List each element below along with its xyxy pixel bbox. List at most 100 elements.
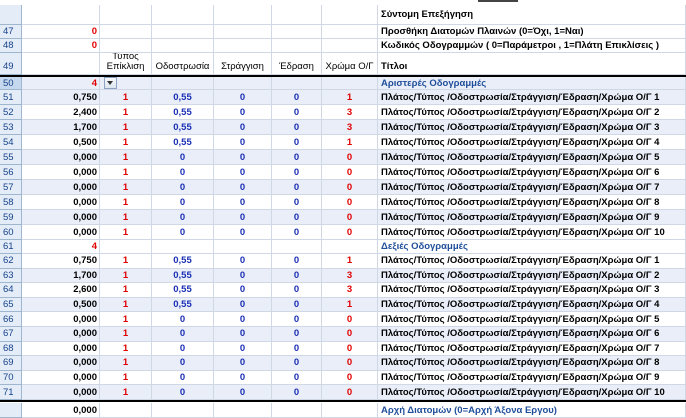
cell-g[interactable] (322, 5, 378, 25)
right-count-cell[interactable]: 4 (22, 240, 100, 254)
type-cell[interactable]: 1 (100, 312, 152, 327)
odostrosia-cell[interactable]: 0 (152, 180, 214, 195)
row-header[interactable]: 51 (0, 90, 22, 105)
odostrosia-cell[interactable]: 0 (152, 385, 214, 400)
width-cell[interactable]: 0,000 (22, 370, 100, 386)
type-cell[interactable]: 1 (100, 105, 152, 120)
xroma-cell[interactable]: 0 (322, 180, 378, 195)
edrasi-cell[interactable]: 0 (272, 356, 322, 371)
xroma-cell[interactable]: 0 (322, 312, 378, 327)
width-cell[interactable]: 0,750 (22, 254, 100, 269)
strangisi-cell[interactable]: 0 (214, 105, 272, 120)
xroma-cell[interactable]: 3 (322, 105, 378, 120)
cell-g[interactable] (322, 39, 378, 53)
strangisi-cell[interactable]: 0 (214, 268, 272, 284)
type-cell[interactable]: 1 (100, 327, 152, 342)
width-cell[interactable]: 0,000 (22, 327, 100, 342)
strangisi-cell[interactable]: 0 (214, 90, 272, 105)
cell-c[interactable] (100, 25, 152, 39)
type-cell[interactable]: 1 (100, 225, 152, 240)
row-header[interactable]: 49 (0, 53, 22, 75)
row-header[interactable]: 59 (0, 210, 22, 225)
width-cell[interactable]: 1,700 (22, 120, 100, 135)
width-cell[interactable]: 0,000 (22, 165, 100, 180)
title-cell[interactable]: Πλάτος/Τύπος /Οδοστρωσία/Στράγγιση/Έδρασ… (378, 90, 686, 105)
cell-f[interactable] (272, 5, 322, 25)
odostrosia-cell[interactable]: 0 (152, 150, 214, 165)
strangisi-cell[interactable]: 0 (214, 135, 272, 150)
strangisi-cell[interactable]: 0 (214, 283, 272, 298)
edrasi-cell[interactable]: 0 (272, 210, 322, 225)
row-header[interactable]: 64 (0, 283, 22, 298)
xroma-cell[interactable]: 0 (322, 356, 378, 371)
row-header[interactable]: 57 (0, 180, 22, 195)
type-cell[interactable]: 1 (100, 370, 152, 386)
header-odostrosia[interactable]: Οδοστρωσία (152, 53, 214, 75)
row-header[interactable]: 62 (0, 254, 22, 269)
cell-d[interactable] (152, 77, 214, 90)
cell-f[interactable] (272, 403, 322, 418)
strangisi-cell[interactable]: 0 (214, 180, 272, 195)
title-cell[interactable]: Πλάτος/Τύπος /Οδοστρωσία/Στράγγιση/Έδρασ… (378, 312, 686, 327)
header-edrasi[interactable]: Έδραση (272, 53, 322, 75)
xroma-cell[interactable]: 0 (322, 165, 378, 180)
type-cell[interactable]: 1 (100, 195, 152, 210)
cell-d[interactable] (152, 403, 214, 418)
row-header[interactable]: 68 (0, 341, 22, 357)
cell-g[interactable] (322, 403, 378, 418)
cell-c[interactable] (100, 39, 152, 53)
xroma-cell[interactable]: 0 (322, 225, 378, 240)
strangisi-cell[interactable]: 0 (214, 254, 272, 269)
odostrosia-cell[interactable]: 0 (152, 356, 214, 371)
xroma-cell[interactable]: 3 (322, 120, 378, 135)
left-count-cell[interactable]: 4 (22, 77, 100, 90)
header-titloi[interactable]: Τίτλοι (378, 53, 686, 75)
edrasi-cell[interactable]: 0 (272, 90, 322, 105)
edrasi-cell[interactable]: 0 (272, 283, 322, 298)
width-cell[interactable]: 0,500 (22, 135, 100, 150)
cell-b[interactable]: 0 (22, 39, 100, 53)
row-header[interactable]: 55 (0, 150, 22, 165)
type-cell[interactable]: 1 (100, 180, 152, 195)
strangisi-cell[interactable]: 0 (214, 150, 272, 165)
edrasi-cell[interactable]: 0 (272, 312, 322, 327)
cell-b[interactable] (22, 5, 100, 25)
title-cell[interactable]: Πλάτος/Τύπος /Οδοστρωσία/Στράγγιση/Έδρασ… (378, 225, 686, 240)
row-header[interactable]: 48 (0, 39, 22, 53)
cell-e[interactable] (214, 25, 272, 39)
type-cell[interactable]: 1 (100, 356, 152, 371)
left-group-title[interactable]: Αριστερές Οδογραμμές (378, 77, 686, 90)
odostrosia-cell[interactable]: 0 (152, 165, 214, 180)
odostrosia-cell[interactable]: 0,55 (152, 254, 214, 269)
cell-b[interactable] (22, 53, 100, 75)
row-header[interactable]: 52 (0, 105, 22, 120)
xroma-cell[interactable]: 1 (322, 254, 378, 269)
cell-b[interactable]: 0 (22, 25, 100, 39)
title-cell[interactable]: Πλάτος/Τύπος /Οδοστρωσία/Στράγγιση/Έδρασ… (378, 150, 686, 165)
title-cell[interactable]: Πλάτος/Τύπος /Οδοστρωσία/Στράγγιση/Έδρασ… (378, 105, 686, 120)
title-cell[interactable]: Πλάτος/Τύπος /Οδοστρωσία/Στράγγιση/Έδρασ… (378, 370, 686, 386)
edrasi-cell[interactable]: 0 (272, 370, 322, 386)
title-cell[interactable]: Πλάτος/Τύπος /Οδοστρωσία/Στράγγιση/Έδρασ… (378, 165, 686, 180)
edrasi-cell[interactable]: 0 (272, 327, 322, 342)
width-cell[interactable]: 0,000 (22, 210, 100, 225)
strangisi-cell[interactable]: 0 (214, 385, 272, 400)
odostrosia-cell[interactable]: 0 (152, 210, 214, 225)
width-cell[interactable]: 0,000 (22, 180, 100, 195)
edrasi-cell[interactable]: 0 (272, 165, 322, 180)
cell-e[interactable] (214, 240, 272, 254)
xroma-cell[interactable]: 0 (322, 341, 378, 357)
right-group-title[interactable]: Δεξιές Οδογραμμές (378, 240, 686, 254)
title-cell[interactable]: Πλάτος/Τύπος /Οδοστρωσία/Στράγγιση/Έδρασ… (378, 297, 686, 313)
odostrosia-cell[interactable]: 0,55 (152, 120, 214, 135)
title-cell[interactable]: Πλάτος/Τύπος /Οδοστρωσία/Στράγγιση/Έδρασ… (378, 120, 686, 135)
odostrosia-cell[interactable]: 0 (152, 341, 214, 357)
type-cell[interactable]: 1 (100, 283, 152, 298)
row-header[interactable]: 61 (0, 240, 22, 254)
row-header[interactable]: 60 (0, 225, 22, 240)
title-cell[interactable]: Πλάτος/Τύπος /Οδοστρωσία/Στράγγιση/Έδρασ… (378, 283, 686, 298)
row-header[interactable]: 69 (0, 356, 22, 371)
row-header[interactable]: 67 (0, 327, 22, 342)
xroma-cell[interactable]: 1 (322, 90, 378, 105)
cell-title[interactable]: Κωδικός Οδογραμμών ( 0=Παράμετροι , 1=Πλ… (378, 39, 686, 53)
